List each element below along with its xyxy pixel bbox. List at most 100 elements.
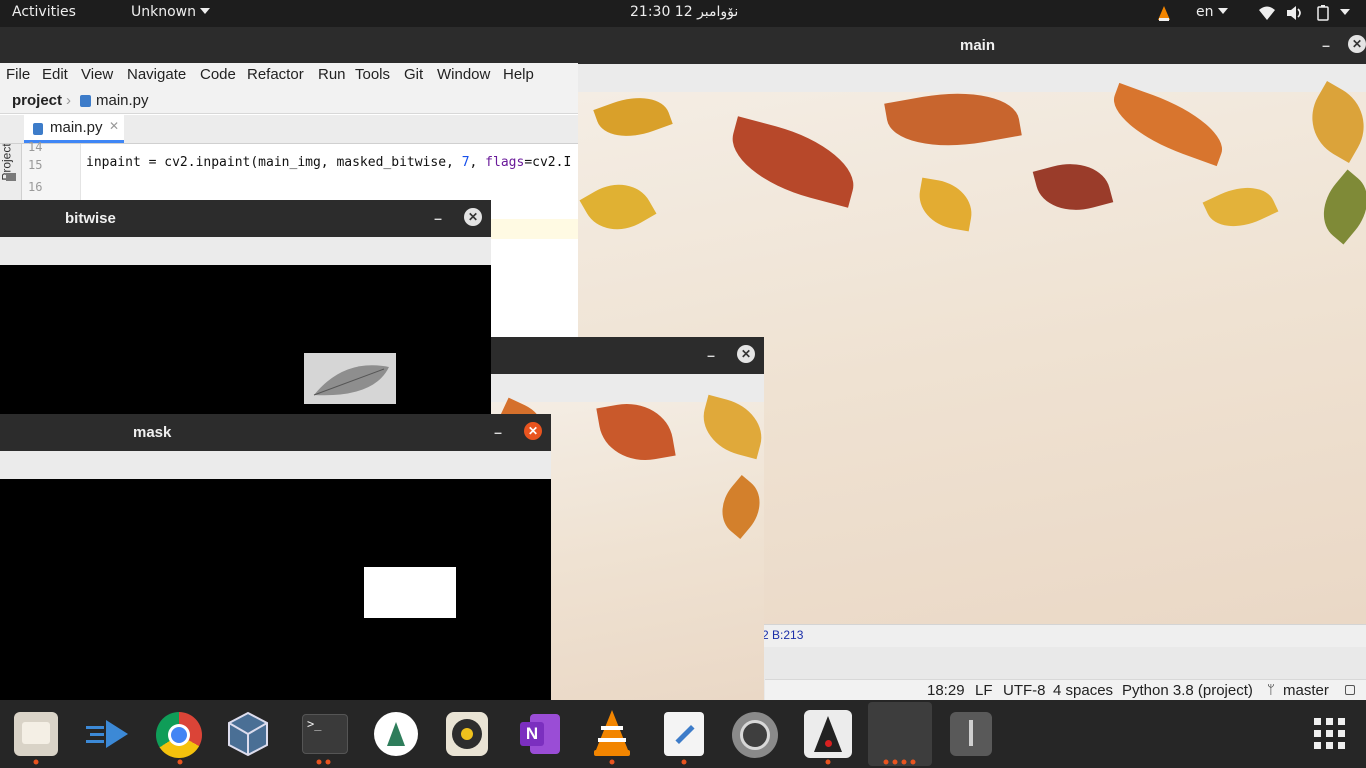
menu-file[interactable]: File <box>6 66 30 83</box>
menu-refactor[interactable]: Refactor <box>247 66 304 83</box>
folder-icon <box>6 173 16 181</box>
leaf-decoration <box>579 170 657 244</box>
chevron-down-icon <box>1217 8 1228 14</box>
bitwise-window-titlebar[interactable]: bitwise – ✕ <box>0 200 491 237</box>
editor-tabs: main.py ✕ <box>0 115 578 144</box>
status-caret-position[interactable]: 18:29 <box>927 682 965 699</box>
main-window-titlebar[interactable]: main – ✕ <box>578 27 1366 64</box>
python-file-icon <box>80 95 91 107</box>
top-bar: Activities Unknown 21:30 12 نۆوامبر en <box>0 0 1366 27</box>
leaf-decoration <box>1032 153 1114 221</box>
leaf-decoration <box>1202 175 1279 239</box>
menu-help[interactable]: Help <box>503 66 534 83</box>
inpaint-window-titlebar[interactable]: – ✕ <box>491 337 764 374</box>
menu-run[interactable]: Run <box>318 66 346 83</box>
breadcrumb-file[interactable]: main.py <box>96 92 149 109</box>
breadcrumb-project[interactable]: project <box>12 92 62 109</box>
python-file-icon <box>33 123 43 135</box>
lock-icon[interactable] <box>1345 685 1355 695</box>
mask-region <box>364 567 456 618</box>
leaf-decoration <box>914 177 977 232</box>
android-studio-icon[interactable] <box>374 712 418 756</box>
leaf-decoration <box>884 81 1022 158</box>
wifi-icon[interactable] <box>1258 5 1276 25</box>
usb-drive-icon[interactable] <box>950 712 992 756</box>
bitwise-window[interactable]: bitwise – ✕ <box>0 200 491 415</box>
status-indent[interactable]: 4 spaces <box>1053 682 1113 699</box>
language-label: en <box>1196 4 1214 20</box>
mask-window-titlebar[interactable]: mask – ✕ <box>0 414 551 451</box>
menu-bar: File Edit View Navigate Code Refactor Ru… <box>0 63 578 89</box>
show-apps-icon[interactable] <box>1314 718 1346 750</box>
active-windows-icon[interactable] <box>868 702 932 766</box>
files-icon[interactable] <box>14 712 58 756</box>
ide-titlebar <box>0 27 578 63</box>
git-branch-icon: ᛘ <box>1267 682 1275 697</box>
image-canvas[interactable] <box>0 265 491 415</box>
system-menu[interactable] <box>1336 5 1350 21</box>
minimize-button[interactable]: – <box>1316 35 1336 55</box>
masked-leaf-region <box>304 353 396 404</box>
vlc-tray-icon[interactable] <box>1156 5 1172 25</box>
volume-icon[interactable] <box>1286 5 1304 25</box>
minimize-button[interactable]: – <box>488 422 508 442</box>
window-title: mask <box>133 424 172 441</box>
line-number: 14 <box>28 140 43 154</box>
settings-icon[interactable] <box>732 712 778 758</box>
minimize-button[interactable]: – <box>701 345 721 365</box>
mask-window[interactable]: mask – ✕ <box>0 414 551 700</box>
clock[interactable]: 21:30 12 نۆوامبر <box>630 4 738 20</box>
menu-edit[interactable]: Edit <box>42 66 68 83</box>
vlc-icon[interactable] <box>590 708 634 758</box>
chrome-icon[interactable] <box>156 712 202 758</box>
battery-icon[interactable] <box>1316 5 1330 25</box>
leaf-decoration <box>709 474 764 540</box>
code-line-15[interactable]: inpaint = cv2.inpaint(main_img, masked_b… <box>86 155 571 170</box>
close-button[interactable]: ✕ <box>524 422 542 440</box>
menu-navigate[interactable]: Navigate <box>127 66 186 83</box>
status-git-branch[interactable]: master <box>1283 682 1329 699</box>
status-interpreter[interactable]: Python 3.8 (project) <box>1122 682 1253 699</box>
menu-code[interactable]: Code <box>200 66 236 83</box>
status-encoding[interactable]: UTF-8 <box>1003 682 1046 699</box>
leaf-decoration <box>695 394 764 460</box>
language-selector[interactable]: en <box>1196 4 1228 20</box>
chevron-down-icon <box>1340 9 1350 15</box>
ide-status-bar: 18:29 LF UTF-8 4 spaces Python 3.8 (proj… <box>765 679 1366 702</box>
activities-button[interactable]: Activities <box>12 4 76 20</box>
leaf-decoration <box>593 86 673 148</box>
line-number: 16 <box>28 180 43 194</box>
pixel-info-text: 2 B:213 <box>762 628 804 642</box>
leaf-image-icon <box>313 365 389 396</box>
close-button[interactable]: ✕ <box>1348 35 1366 53</box>
close-button[interactable]: ✕ <box>737 345 755 363</box>
onenote-icon[interactable]: N <box>518 712 562 756</box>
leaf-decoration <box>1297 81 1366 163</box>
rhythmbox-icon[interactable] <box>446 712 488 756</box>
app-menu[interactable]: Unknown <box>131 4 210 20</box>
image-canvas[interactable] <box>0 479 551 700</box>
java-icon[interactable] <box>804 710 852 758</box>
menu-git[interactable]: Git <box>404 66 423 83</box>
chevron-right-icon: › <box>66 92 71 109</box>
kdenlive-icon[interactable] <box>84 712 132 756</box>
image-toolbar <box>0 451 551 480</box>
tab-main-py[interactable]: main.py ✕ <box>24 115 124 143</box>
close-icon[interactable]: ✕ <box>109 119 119 133</box>
menu-window[interactable]: Window <box>437 66 490 83</box>
virtualbox-icon[interactable] <box>226 710 270 758</box>
tab-label: main.py <box>50 119 103 136</box>
window-title: main <box>960 37 996 54</box>
app-menu-label: Unknown <box>131 4 196 20</box>
leaf-decoration <box>1308 169 1366 245</box>
code-text: , <box>469 155 486 170</box>
menu-view[interactable]: View <box>81 66 113 83</box>
image-toolbar <box>0 237 491 266</box>
terminal-icon[interactable]: >_ <box>302 714 348 754</box>
text-editor-icon[interactable] <box>664 712 704 756</box>
menu-tools[interactable]: Tools <box>355 66 390 83</box>
minimize-button[interactable]: – <box>428 208 448 228</box>
status-line-separator[interactable]: LF <box>975 682 993 699</box>
code-text: =cv2.I <box>524 155 572 170</box>
close-button[interactable]: ✕ <box>464 208 482 226</box>
